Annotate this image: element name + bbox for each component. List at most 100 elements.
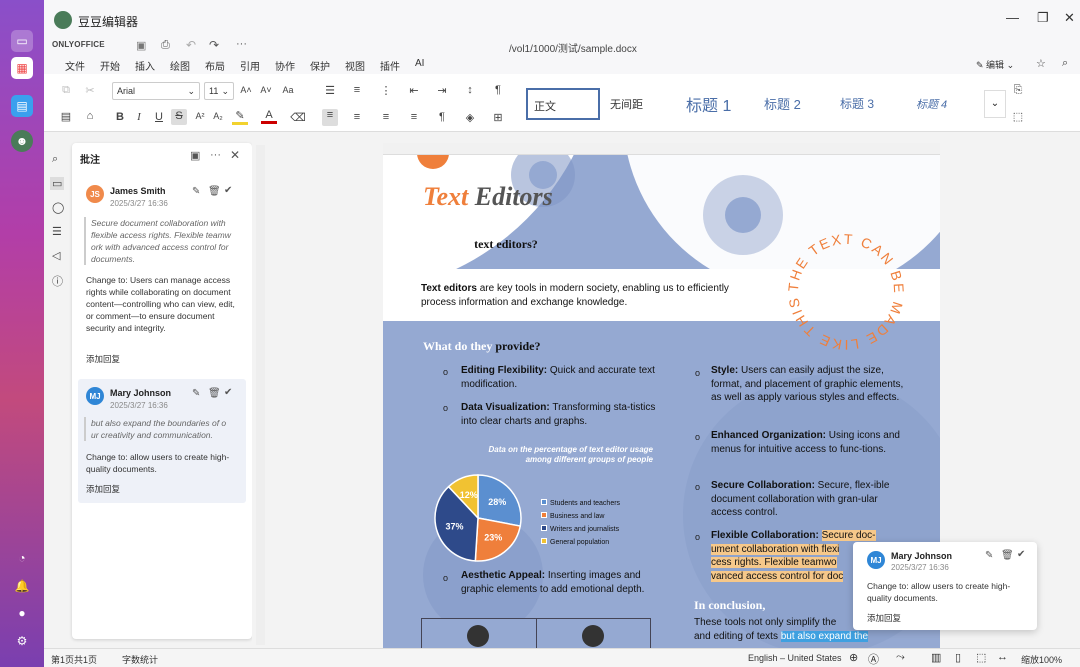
fit-page-icon[interactable]: ⬚ (976, 651, 986, 664)
language-select[interactable]: English – United States (748, 653, 842, 663)
line-spacing-icon[interactable]: ↕ (462, 84, 478, 96)
select-icon[interactable]: ⬚ (1010, 110, 1026, 123)
align-left-icon[interactable]: ≡ (322, 109, 338, 126)
highlighted-text[interactable]: cess rights. Flexible teamwo (711, 557, 837, 568)
redo-icon[interactable]: ↷ (209, 38, 219, 52)
comment-item[interactable]: MJ Mary Johnson 2025/3/27 16:36 ✎ 🗑 ✔ bu… (78, 379, 246, 503)
edit-icon[interactable]: ✎ (192, 186, 200, 197)
paste-icon[interactable]: ▤ (58, 110, 74, 123)
word-count[interactable]: 字数统计 (122, 653, 158, 666)
menu-plugins[interactable]: 插件 (380, 58, 400, 73)
style-heading-4[interactable]: 标题 4 (910, 88, 982, 120)
globe-icon[interactable]: ⊕ (849, 651, 858, 664)
align-right-icon[interactable]: ≡ (378, 111, 394, 123)
menu-ai[interactable]: AI (415, 58, 424, 69)
monitor-icon[interactable]: ▭ (11, 30, 33, 52)
add-reply-link[interactable]: 添加回复 (86, 353, 120, 365)
floating-comment[interactable]: MJ Mary Johnson 2025/3/27 16:36 ✎ 🗑 ✔ Ch… (853, 542, 1037, 630)
page-indicator[interactable]: 第1页共1页 (51, 653, 97, 666)
apps-grid-icon[interactable]: ▦ (11, 57, 33, 79)
italic-icon[interactable]: I (131, 111, 147, 123)
borders-icon[interactable]: ⊞ (490, 111, 506, 124)
highlight-icon[interactable]: ✎ (232, 109, 248, 125)
fit-width-icon[interactable]: ↔ (997, 651, 1008, 663)
change-case-icon[interactable]: Aa (280, 85, 296, 95)
minimize-button[interactable]: — (1006, 10, 1019, 25)
numbering-icon[interactable]: ≡ (349, 84, 365, 96)
undo-icon[interactable]: ↶ (186, 38, 196, 52)
delete-icon[interactable]: 🗑 (1001, 550, 1014, 561)
menu-references[interactable]: 引用 (240, 58, 260, 73)
mobile-view-icon[interactable]: ▯ (955, 651, 961, 664)
edit-mode-button[interactable]: ✎ 编辑 ⌄ (976, 58, 1014, 71)
resolve-icon[interactable]: ✔ (1017, 549, 1025, 560)
style-heading-3[interactable]: 标题 3 (834, 88, 906, 120)
increase-font-icon[interactable]: A˄ (238, 85, 254, 95)
font-color-icon[interactable]: A (261, 109, 277, 124)
menu-protect[interactable]: 保护 (310, 58, 330, 73)
clear-format-icon[interactable]: ⌫ (290, 111, 306, 124)
info-icon[interactable]: ⓘ (52, 273, 63, 289)
navigation-icon[interactable]: ☰ (52, 225, 62, 238)
close-icon[interactable]: ✕ (230, 148, 240, 162)
more-icon[interactable]: ··· (236, 38, 247, 50)
decrease-indent-icon[interactable]: ⇤ (406, 84, 422, 97)
add-reply-link[interactable]: 添加回复 (86, 483, 120, 495)
style-heading-2[interactable]: 标题 2 (758, 88, 830, 120)
maximize-button[interactable]: ❐ (1037, 10, 1049, 26)
files-icon[interactable]: ▤ (11, 95, 33, 117)
bullets-icon[interactable]: ☰ (322, 84, 338, 97)
spellcheck-icon[interactable]: Ⓐ (868, 651, 879, 667)
menu-view[interactable]: 视图 (345, 58, 365, 73)
resolve-icon[interactable]: ✔ (224, 185, 232, 196)
add-comment-icon[interactable]: ▣ (190, 149, 200, 162)
search-icon[interactable]: ⌕ (52, 153, 58, 166)
justify-icon[interactable]: ≡ (406, 111, 422, 123)
add-reply-link[interactable]: 添加回复 (867, 612, 901, 624)
highlighted-text[interactable]: Secure doc- (821, 530, 876, 541)
close-button[interactable]: ✕ (1064, 10, 1075, 26)
save-icon[interactable]: ▣ (136, 39, 146, 52)
selected-text[interactable]: but also expand the (780, 630, 869, 642)
cut-icon[interactable]: ✂ (82, 84, 98, 97)
style-normal[interactable]: 正文 (526, 88, 600, 120)
settings-icon[interactable]: ⚙ (11, 630, 33, 652)
zoom-level[interactable]: 缩放100% (1021, 653, 1062, 666)
multilevel-icon[interactable]: ⋮ (378, 84, 394, 97)
comments-icon[interactable]: ▭ (50, 177, 65, 190)
pilcrow-icon[interactable]: ¶ (434, 111, 450, 123)
track-changes-icon[interactable]: ⤳ (896, 651, 905, 664)
book-view-icon[interactable]: ▥ (931, 651, 941, 664)
highlighted-text[interactable]: ument collaboration with flexi (711, 543, 840, 555)
align-center-icon[interactable]: ≡ (349, 111, 365, 123)
menu-insert[interactable]: 插入 (135, 58, 155, 73)
paragraph-icon[interactable]: ¶ (490, 84, 506, 96)
strikethrough-icon[interactable]: S (171, 109, 187, 125)
delete-icon[interactable]: 🗑 (208, 186, 221, 197)
horizontal-ruler[interactable] (383, 143, 940, 155)
underline-icon[interactable]: U (151, 111, 167, 123)
copy-icon[interactable]: ⧉ (58, 84, 74, 97)
doudou-app-icon[interactable]: ☻ (11, 130, 33, 152)
star-icon[interactable]: ☆ (1036, 57, 1046, 70)
superscript-icon[interactable]: A² (192, 111, 208, 121)
style-copy-icon[interactable]: ⎘ (1010, 84, 1026, 97)
subscript-icon[interactable]: A₂ (210, 111, 226, 121)
format-painter-icon[interactable]: ⌂ (82, 110, 98, 122)
more-icon[interactable]: ··· (210, 149, 221, 161)
increase-indent-icon[interactable]: ⇥ (434, 84, 450, 97)
menu-draw[interactable]: 绘图 (170, 58, 190, 73)
style-no-spacing[interactable]: 无间距 (604, 88, 676, 120)
clock-icon[interactable]: ◔ (11, 547, 33, 569)
search-icon[interactable]: ⌕ (1062, 57, 1068, 70)
edit-icon[interactable]: ✎ (985, 550, 993, 561)
font-family-select[interactable]: Arial ⌄ (112, 82, 200, 100)
menu-collaborate[interactable]: 协作 (275, 58, 295, 73)
chat-icon[interactable]: ◯ (52, 201, 64, 214)
bell-icon[interactable]: 🔔 (11, 575, 33, 597)
user-icon[interactable]: ● (11, 602, 33, 624)
print-icon[interactable]: ⎙ (161, 39, 170, 52)
delete-icon[interactable]: 🗑 (208, 388, 221, 399)
font-size-select[interactable]: 11 ⌄ (204, 82, 234, 100)
shading-icon[interactable]: ◈ (462, 111, 478, 124)
